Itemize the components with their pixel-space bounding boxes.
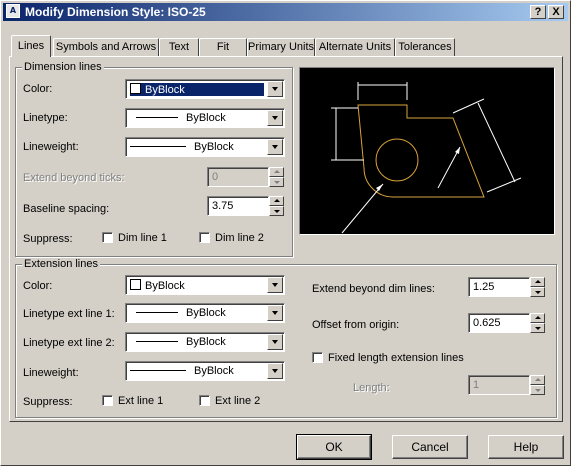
ext-lineweight-label: Lineweight: [23, 367, 79, 379]
dim-linetype-label: Linetype: [23, 112, 68, 124]
dim-color-value: ByBlock [130, 83, 264, 96]
preview-canvas [299, 67, 555, 235]
offset-from-origin-label: Offset from origin: [312, 319, 400, 331]
chevron-down-icon[interactable] [267, 277, 283, 293]
spin-up-icon [530, 375, 545, 385]
spin-down-icon [530, 385, 545, 395]
line-sample-icon [136, 312, 178, 313]
help-title-button[interactable]: ? [530, 5, 546, 19]
dim-lineweight-label: Lineweight: [23, 141, 79, 153]
help-button[interactable]: Help [488, 435, 564, 459]
ext-color-value: ByBlock [130, 279, 264, 292]
tab-alternate-units[interactable]: Alternate Units [315, 38, 395, 56]
tab-symbols-and-arrows[interactable]: Symbols and Arrows [53, 38, 159, 56]
close-button[interactable]: X [548, 5, 564, 19]
ext-linetype-1-value: ByBlock [130, 307, 264, 320]
ext-suppress-label: Suppress: [23, 396, 73, 408]
ext-linetype-2-label: Linetype ext line 2: [23, 337, 115, 349]
preview-hole-circle [375, 138, 419, 182]
extend-beyond-ticks-spinner [269, 167, 284, 187]
ext-lineweight-value: ByBlock [130, 365, 264, 378]
offset-from-origin-input[interactable]: 0.625 [468, 313, 530, 333]
spin-up-icon[interactable] [269, 196, 284, 206]
length-value: 1 [473, 379, 480, 391]
ext-color-select[interactable]: ByBlock [125, 275, 285, 295]
window-title: Modify Dimension Style: ISO-25 [25, 5, 206, 19]
ext-color-label: Color: [23, 280, 53, 292]
dim-color-label: Color: [23, 83, 53, 95]
chevron-down-icon[interactable] [267, 110, 283, 126]
dimension-lines-legend: Dimension lines [22, 61, 104, 73]
spin-up-icon [269, 167, 284, 177]
checkbox-icon[interactable] [102, 232, 113, 243]
dim-line-1-checkbox[interactable]: Dim line 1 [102, 232, 167, 244]
dim-color-select[interactable]: ByBlock [125, 79, 285, 99]
spin-up-icon[interactable] [530, 277, 545, 287]
line-sample-icon [130, 370, 186, 371]
tab-primary-units[interactable]: Primary Units [247, 38, 315, 56]
chevron-down-icon[interactable] [267, 305, 283, 321]
chevron-down-icon[interactable] [267, 81, 283, 97]
chevron-down-icon[interactable] [267, 139, 283, 155]
spin-down-icon[interactable] [530, 323, 545, 333]
baseline-spacing-input[interactable]: 3.75 [207, 196, 269, 216]
extension-lines-legend: Extension lines [22, 258, 100, 270]
spin-down-icon [269, 177, 284, 187]
tab-tolerances[interactable]: Tolerances [395, 38, 455, 56]
spin-up-icon[interactable] [530, 313, 545, 323]
ext-linetype-1-label: Linetype ext line 1: [23, 308, 115, 320]
extend-beyond-dim-lines-label: Extend beyond dim lines: [312, 283, 435, 295]
chevron-down-icon[interactable] [267, 363, 283, 379]
color-swatch-icon [130, 279, 141, 290]
checkbox-icon[interactable] [199, 232, 210, 243]
spin-down-icon[interactable] [269, 206, 284, 216]
line-sample-icon [136, 341, 178, 342]
dialog-window: A Modify Dimension Style: ISO-25 ? X Lin… [0, 0, 571, 466]
tab-fit[interactable]: Fit [199, 38, 247, 56]
length-input: 1 [468, 375, 530, 395]
baseline-spacing-value: 3.75 [212, 200, 234, 212]
preview-part-outline [357, 104, 485, 198]
dim-linetype-select[interactable]: ByBlock [125, 108, 285, 128]
ext-line-2-checkbox[interactable]: Ext line 2 [199, 395, 260, 407]
extend-beyond-dim-lines-value: 1.25 [473, 281, 495, 293]
fixed-length-ext-lines-checkbox[interactable]: Fixed length extension lines [312, 352, 464, 364]
ok-button[interactable]: OK [296, 434, 372, 460]
ext-line-1-checkbox[interactable]: Ext line 1 [102, 395, 163, 407]
dim-lineweight-select[interactable]: ByBlock [125, 137, 285, 157]
extend-beyond-dim-lines-spinner[interactable] [530, 277, 545, 297]
offset-from-origin-value: 0.625 [473, 317, 501, 329]
offset-from-origin-spinner[interactable] [530, 313, 545, 333]
ext-linetype-2-value: ByBlock [130, 336, 264, 349]
dim-line-2-checkbox[interactable]: Dim line 2 [199, 232, 264, 244]
ext-linetype-2-select[interactable]: ByBlock [125, 332, 285, 352]
title-bar: A Modify Dimension Style: ISO-25 ? X [3, 3, 568, 21]
checkbox-icon[interactable] [102, 395, 113, 406]
dim-linetype-value: ByBlock [130, 112, 264, 125]
cancel-button[interactable]: Cancel [392, 435, 468, 459]
extend-beyond-ticks-label: Extend beyond ticks: [23, 172, 125, 184]
extend-beyond-dim-lines-input[interactable]: 1.25 [468, 277, 530, 297]
ext-linetype-1-select[interactable]: ByBlock [125, 303, 285, 323]
line-sample-icon [130, 146, 186, 147]
length-label: Length: [353, 382, 390, 394]
spin-down-icon[interactable] [530, 287, 545, 297]
color-swatch-icon [130, 83, 141, 94]
checkbox-icon[interactable] [199, 395, 210, 406]
dim-suppress-label: Suppress: [23, 233, 73, 245]
tab-lines[interactable]: Lines [11, 35, 51, 57]
line-sample-icon [136, 117, 178, 118]
dimension-preview-drawing [331, 82, 522, 234]
dim-lineweight-value: ByBlock [130, 141, 264, 154]
extend-beyond-ticks-input: 0 [207, 167, 269, 187]
autocad-icon: A [6, 4, 20, 18]
checkbox-icon[interactable] [312, 352, 323, 363]
tab-text[interactable]: Text [159, 38, 199, 56]
baseline-spacing-label: Baseline spacing: [23, 203, 110, 215]
chevron-down-icon[interactable] [267, 334, 283, 350]
baseline-spacing-spinner[interactable] [269, 196, 284, 216]
length-spinner [530, 375, 545, 395]
ext-lineweight-select[interactable]: ByBlock [125, 361, 285, 381]
extend-beyond-ticks-value: 0 [212, 171, 219, 183]
